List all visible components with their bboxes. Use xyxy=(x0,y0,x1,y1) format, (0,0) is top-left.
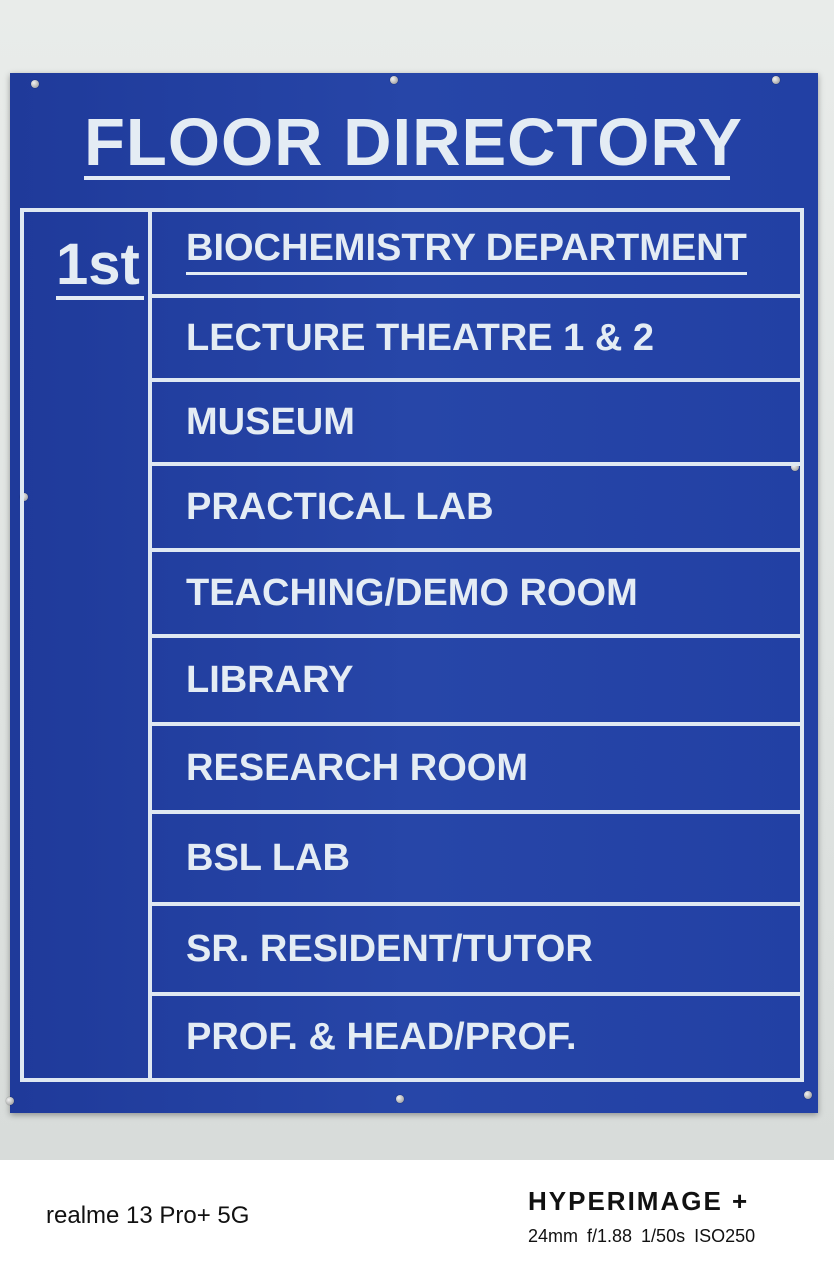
room-label: BIOCHEMISTRY DEPARTMENT xyxy=(186,227,747,275)
room-row: LECTURE THEATRE 1 & 2 xyxy=(152,294,800,378)
room-label: LECTURE THEATRE 1 & 2 xyxy=(186,316,655,359)
screw-icon xyxy=(396,1095,404,1103)
floor-label: 1st xyxy=(56,232,140,297)
screw-icon xyxy=(390,76,398,84)
screw-icon xyxy=(772,76,780,84)
device-name: realme 13 Pro+ 5G xyxy=(46,1202,250,1229)
camera-specs: 24mm f/1.88 1/50s ISO250 xyxy=(528,1226,756,1246)
room-row: BIOCHEMISTRY DEPARTMENT xyxy=(152,208,800,294)
screw-icon xyxy=(804,1091,812,1099)
room-label: BSL LAB xyxy=(186,836,350,879)
screw-icon xyxy=(31,80,39,88)
room-label: TEACHING/DEMO ROOM xyxy=(186,571,638,614)
room-row: PROF. & HEAD/PROF. xyxy=(152,992,800,1078)
room-row: PRACTICAL LAB xyxy=(152,462,800,548)
room-row: BSL LAB xyxy=(152,810,800,902)
room-label: PROF. & HEAD/PROF. xyxy=(186,1015,577,1058)
title-underline xyxy=(84,176,730,180)
room-label: RESEARCH ROOM xyxy=(186,746,529,789)
room-row: LIBRARY xyxy=(152,634,800,722)
room-row: RESEARCH ROOM xyxy=(152,722,800,810)
floor-underline xyxy=(56,296,144,300)
room-label: MUSEUM xyxy=(186,400,355,443)
room-row: MUSEUM xyxy=(152,378,800,462)
room-row: SR. RESIDENT/TUTOR xyxy=(152,902,800,992)
sign-title: FLOOR DIRECTORY xyxy=(84,105,743,180)
hyperimage-logo: HYPERIMAGE + xyxy=(528,1186,750,1216)
room-label: LIBRARY xyxy=(186,658,354,701)
room-label: PRACTICAL LAB xyxy=(186,485,494,528)
room-list: BIOCHEMISTRY DEPARTMENT LECTURE THEATRE … xyxy=(152,208,804,1082)
screw-icon xyxy=(6,1097,14,1105)
room-row: TEACHING/DEMO ROOM xyxy=(152,548,800,634)
room-label: SR. RESIDENT/TUTOR xyxy=(186,927,593,970)
